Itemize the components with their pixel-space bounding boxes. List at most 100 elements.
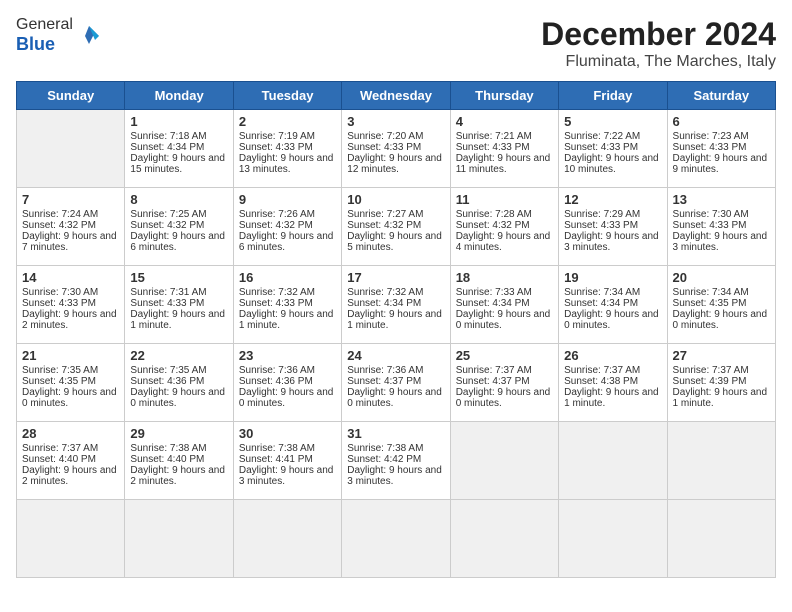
page-header: General Blue December 2024 Fluminata, Th… — [16, 16, 776, 71]
day-cell-3: 3Sunrise: 7:20 AM Sunset: 4:33 PM Daylig… — [342, 110, 450, 188]
day-number: 5 — [564, 114, 661, 129]
day-info: Sunrise: 7:24 AM Sunset: 4:32 PM Dayligh… — [22, 209, 117, 253]
day-info: Sunrise: 7:28 AM Sunset: 4:32 PM Dayligh… — [456, 209, 551, 253]
day-info: Sunrise: 7:30 AM Sunset: 4:33 PM Dayligh… — [673, 209, 768, 253]
day-number: 13 — [673, 192, 770, 207]
day-cell-24: 24 Sunrise: 7:36 AM Sunset: 4:37 PM Dayli… — [342, 344, 450, 422]
day-number: 21 — [22, 348, 119, 363]
day-cell-18: 18 Sunrise: 7:33 AM Sunset: 4:34 PM Dayli… — [450, 266, 558, 344]
day-info: Sunrise: 7:29 AM Sunset: 4:33 PM Dayligh… — [564, 209, 659, 253]
day-info: Sunrise: 7:30 AM Sunset: 4:33 PM Dayligh… — [22, 287, 117, 331]
day-cell-7: 7 Sunrise: 7:24 AM Sunset: 4:32 PM Daylig… — [17, 188, 125, 266]
day-info: Sunrise: 7:33 AM Sunset: 4:34 PM Dayligh… — [456, 287, 551, 331]
weekday-header-monday: Monday — [125, 82, 233, 110]
day-number: 20 — [673, 270, 770, 285]
day-info: Sunrise: 7:27 AM Sunset: 4:32 PM Dayligh… — [347, 209, 442, 253]
calendar-row: 21 Sunrise: 7:35 AM Sunset: 4:35 PM Dayli… — [17, 344, 776, 422]
logo-icon — [75, 22, 103, 50]
day-number: 1 — [130, 114, 227, 129]
day-info: Sunrise: 7:32 AM Sunset: 4:34 PM Dayligh… — [347, 287, 442, 331]
day-info: Sunrise: 7:38 AM Sunset: 4:41 PM Dayligh… — [239, 443, 334, 487]
day-info: Sunrise: 7:35 AM Sunset: 4:36 PM Dayligh… — [130, 365, 225, 409]
calendar-row: 28 Sunrise: 7:37 AM Sunset: 4:40 PM Dayli… — [17, 422, 776, 500]
day-number: 11 — [456, 192, 553, 207]
day-number: 10 — [347, 192, 444, 207]
day-info: Sunrise: 7:32 AM Sunset: 4:33 PM Dayligh… — [239, 287, 334, 331]
day-number: 2 — [239, 114, 336, 129]
day-info: Sunrise: 7:36 AM Sunset: 4:37 PM Dayligh… — [347, 365, 442, 409]
day-info: Sunrise: 7:34 AM Sunset: 4:35 PM Dayligh… — [673, 287, 768, 331]
day-info: Sunrise: 7:18 AM Sunset: 4:34 PM Dayligh… — [130, 131, 225, 175]
day-number: 22 — [130, 348, 227, 363]
day-cell-27: 27Sunrise: 7:37 AM Sunset: 4:39 PM Dayli… — [667, 344, 775, 422]
day-cell-20: 20 Sunrise: 7:34 AM Sunset: 4:35 PM Dayli… — [667, 266, 775, 344]
day-cell-8: 8Sunrise: 7:25 AM Sunset: 4:32 PM Daylig… — [125, 188, 233, 266]
day-cell-16: 16 Sunrise: 7:32 AM Sunset: 4:33 PM Dayli… — [233, 266, 341, 344]
day-cell-22: 22 Sunrise: 7:35 AM Sunset: 4:36 PM Dayli… — [125, 344, 233, 422]
location-title: Fluminata, The Marches, Italy — [541, 53, 776, 71]
day-cell-11: 11 Sunrise: 7:28 AM Sunset: 4:32 PM Dayli… — [450, 188, 558, 266]
day-info: Sunrise: 7:36 AM Sunset: 4:36 PM Dayligh… — [239, 365, 334, 409]
day-cell-15: 15Sunrise: 7:31 AM Sunset: 4:33 PM Dayli… — [125, 266, 233, 344]
day-cell-31: 31 Sunrise: 7:38 AM Sunset: 4:42 PM Dayli… — [342, 422, 450, 500]
empty-cell — [667, 422, 775, 500]
day-cell-23: 23 Sunrise: 7:36 AM Sunset: 4:36 PM Dayli… — [233, 344, 341, 422]
title-area: December 2024 Fluminata, The Marches, It… — [541, 16, 776, 71]
empty-cell — [125, 500, 233, 578]
day-number: 7 — [22, 192, 119, 207]
day-number: 16 — [239, 270, 336, 285]
day-info: Sunrise: 7:37 AM Sunset: 4:38 PM Dayligh… — [564, 365, 659, 409]
calendar-table: SundayMondayTuesdayWednesdayThursdayFrid… — [16, 81, 776, 578]
day-number: 18 — [456, 270, 553, 285]
day-number: 4 — [456, 114, 553, 129]
day-cell-9: 9Sunrise: 7:26 AM Sunset: 4:32 PM Daylig… — [233, 188, 341, 266]
calendar-row: 14 Sunrise: 7:30 AM Sunset: 4:33 PM Dayli… — [17, 266, 776, 344]
logo-general: General — [16, 16, 73, 33]
day-cell-26: 26Sunrise: 7:37 AM Sunset: 4:38 PM Dayli… — [559, 344, 667, 422]
day-info: Sunrise: 7:22 AM Sunset: 4:33 PM Dayligh… — [564, 131, 659, 175]
day-number: 31 — [347, 426, 444, 441]
day-info: Sunrise: 7:37 AM Sunset: 4:40 PM Dayligh… — [22, 443, 117, 487]
day-cell-19: 19 Sunrise: 7:34 AM Sunset: 4:34 PM Dayli… — [559, 266, 667, 344]
day-cell-28: 28 Sunrise: 7:37 AM Sunset: 4:40 PM Dayli… — [17, 422, 125, 500]
day-number: 3 — [347, 114, 444, 129]
calendar-row — [17, 500, 776, 578]
weekday-header-thursday: Thursday — [450, 82, 558, 110]
day-cell-1: 1 Sunrise: 7:18 AM Sunset: 4:34 PM Daylig… — [125, 110, 233, 188]
day-number: 9 — [239, 192, 336, 207]
day-number: 30 — [239, 426, 336, 441]
day-number: 6 — [673, 114, 770, 129]
weekday-header-row: SundayMondayTuesdayWednesdayThursdayFrid… — [17, 82, 776, 110]
day-number: 17 — [347, 270, 444, 285]
day-number: 29 — [130, 426, 227, 441]
day-number: 23 — [239, 348, 336, 363]
day-number: 14 — [22, 270, 119, 285]
day-cell-4: 4Sunrise: 7:21 AM Sunset: 4:33 PM Daylig… — [450, 110, 558, 188]
day-info: Sunrise: 7:34 AM Sunset: 4:34 PM Dayligh… — [564, 287, 659, 331]
day-info: Sunrise: 7:37 AM Sunset: 4:39 PM Dayligh… — [673, 365, 768, 409]
empty-cell — [342, 500, 450, 578]
day-cell-30: 30 Sunrise: 7:38 AM Sunset: 4:41 PM Dayli… — [233, 422, 341, 500]
day-number: 12 — [564, 192, 661, 207]
day-info: Sunrise: 7:31 AM Sunset: 4:33 PM Dayligh… — [130, 287, 225, 331]
empty-cell — [667, 500, 775, 578]
day-cell-6: 6 Sunrise: 7:23 AM Sunset: 4:33 PM Daylig… — [667, 110, 775, 188]
day-cell-25: 25Sunrise: 7:37 AM Sunset: 4:37 PM Dayli… — [450, 344, 558, 422]
day-number: 28 — [22, 426, 119, 441]
weekday-header-saturday: Saturday — [667, 82, 775, 110]
day-number: 24 — [347, 348, 444, 363]
day-cell-13: 13 Sunrise: 7:30 AM Sunset: 4:33 PM Dayli… — [667, 188, 775, 266]
empty-cell — [233, 500, 341, 578]
day-cell-5: 5 Sunrise: 7:22 AM Sunset: 4:33 PM Daylig… — [559, 110, 667, 188]
calendar-row: 7 Sunrise: 7:24 AM Sunset: 4:32 PM Daylig… — [17, 188, 776, 266]
day-info: Sunrise: 7:35 AM Sunset: 4:35 PM Dayligh… — [22, 365, 117, 409]
day-info: Sunrise: 7:38 AM Sunset: 4:42 PM Dayligh… — [347, 443, 442, 487]
day-cell-29: 29Sunrise: 7:38 AM Sunset: 4:40 PM Dayli… — [125, 422, 233, 500]
day-cell-12: 12 Sunrise: 7:29 AM Sunset: 4:33 PM Dayli… — [559, 188, 667, 266]
day-cell-2: 2 Sunrise: 7:19 AM Sunset: 4:33 PM Daylig… — [233, 110, 341, 188]
day-number: 19 — [564, 270, 661, 285]
logo-blue: Blue — [16, 34, 55, 54]
day-info: Sunrise: 7:19 AM Sunset: 4:33 PM Dayligh… — [239, 131, 334, 175]
day-info: Sunrise: 7:23 AM Sunset: 4:33 PM Dayligh… — [673, 131, 768, 175]
day-number: 25 — [456, 348, 553, 363]
